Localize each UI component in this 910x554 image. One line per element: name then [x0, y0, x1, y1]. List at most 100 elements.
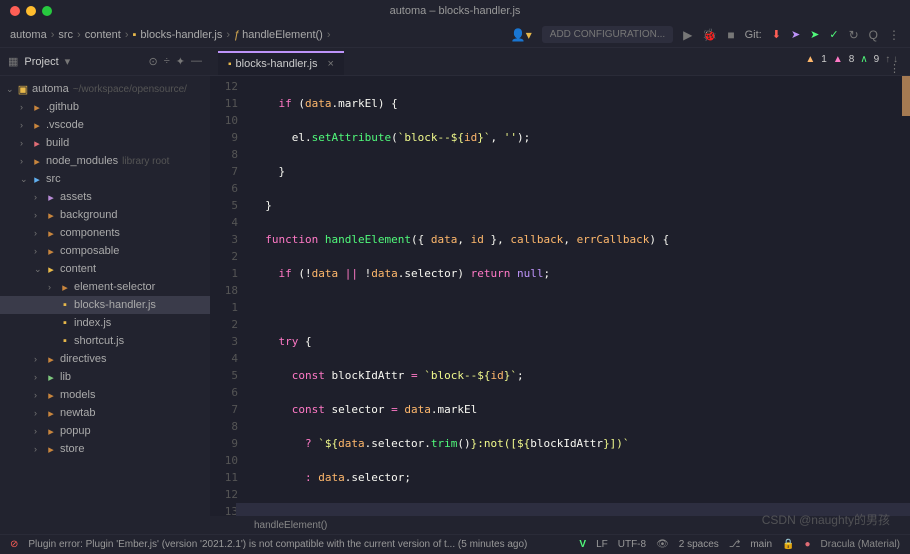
tree-arrow-icon[interactable]: › [20, 102, 30, 112]
file-tree[interactable]: ⌄ ▣ automa ~/workspace/opensource/ ›▸.gi… [0, 76, 210, 534]
plugin-error-text[interactable]: Plugin error: Plugin 'Ember.js' (version… [28, 539, 527, 550]
line-number[interactable]: 5 [210, 197, 238, 214]
tree-item[interactable]: ›▸components [0, 224, 210, 242]
branch-name[interactable]: main [750, 539, 772, 550]
project-label[interactable]: Project [24, 56, 58, 68]
line-number[interactable]: 9 [210, 435, 238, 452]
git-branch-icon[interactable]: ⎇ [729, 539, 741, 550]
git-commit-icon[interactable]: ✓ [829, 28, 838, 41]
git-fetch-icon[interactable]: ➤ [810, 28, 819, 41]
tree-arrow-icon[interactable]: › [20, 138, 30, 148]
editor-tab[interactable]: ▪ blocks-handler.js × [218, 51, 344, 75]
line-number[interactable]: 4 [210, 214, 238, 231]
line-number[interactable]: 9 [210, 129, 238, 146]
line-number[interactable]: 5 [210, 367, 238, 384]
tree-root[interactable]: ⌄ ▣ automa ~/workspace/opensource/ [0, 80, 210, 98]
inspection-badges[interactable]: ▲1 ▲8 ∧9 ↑ ↓ [805, 54, 898, 65]
tree-item[interactable]: ›▸element-selector [0, 278, 210, 296]
more-icon[interactable]: ⋮ [888, 28, 900, 42]
settings-icon[interactable]: ✦ [176, 55, 185, 68]
dropdown-icon[interactable]: ▾ [65, 55, 71, 68]
line-number[interactable]: 8 [210, 146, 238, 163]
encoding[interactable]: UTF-8 [618, 539, 646, 550]
crumb-src[interactable]: src [58, 29, 73, 41]
add-configuration-button[interactable]: ADD CONFIGURATION... [542, 26, 673, 43]
line-number[interactable]: 8 [210, 418, 238, 435]
tree-arrow-icon[interactable]: › [34, 390, 44, 400]
tree-arrow-icon[interactable]: › [34, 192, 44, 202]
line-number[interactable]: 10 [210, 112, 238, 129]
expand-icon[interactable]: ÷ [164, 55, 170, 68]
line-separator[interactable]: LF [596, 539, 608, 550]
hide-icon[interactable]: — [191, 55, 202, 68]
line-number[interactable]: 2 [210, 248, 238, 265]
line-number[interactable]: 13 [210, 503, 238, 516]
tree-item[interactable]: ›▸assets [0, 188, 210, 206]
line-number[interactable]: 4 [210, 350, 238, 367]
tree-item[interactable]: ›▸node_moduleslibrary root [0, 152, 210, 170]
line-number[interactable]: 6 [210, 384, 238, 401]
minimize-window-icon[interactable] [26, 6, 36, 16]
run-icon[interactable]: ▶ [683, 28, 692, 42]
code-editor[interactable]: 121110987654321181234567891011121314 if … [210, 76, 910, 516]
tree-item[interactable]: ›▸.vscode [0, 116, 210, 134]
line-number[interactable]: 11 [210, 469, 238, 486]
chevron-down-icon[interactable]: ⌄ [6, 84, 16, 95]
user-icon[interactable]: 👤▾ [511, 28, 532, 42]
search-icon[interactable]: Q [869, 28, 878, 42]
collapse-icon[interactable]: ⊙ [149, 55, 158, 68]
reader-mode-icon[interactable]: 👁 [656, 539, 669, 550]
line-number[interactable]: 3 [210, 333, 238, 350]
line-number[interactable]: 7 [210, 401, 238, 418]
line-number[interactable]: 12 [210, 486, 238, 503]
line-number[interactable]: 12 [210, 78, 238, 95]
tree-item[interactable]: ›▸directives [0, 350, 210, 368]
stop-icon[interactable]: ■ [727, 28, 734, 42]
vue-icon[interactable]: V [579, 539, 586, 550]
tree-item[interactable]: ⌄▸src [0, 170, 210, 188]
line-number[interactable]: 10 [210, 452, 238, 469]
tree-item[interactable]: ▪blocks-handler.js [0, 296, 210, 314]
tree-item[interactable]: ›▸composable [0, 242, 210, 260]
tree-arrow-icon[interactable]: › [20, 156, 30, 166]
tree-item[interactable]: ›▸background [0, 206, 210, 224]
lock-icon[interactable]: 🔒 [782, 539, 794, 550]
crumb-content[interactable]: content [85, 29, 121, 41]
tree-item[interactable]: ▪shortcut.js [0, 332, 210, 350]
tree-arrow-icon[interactable]: › [34, 426, 44, 436]
theme-label[interactable]: Dracula (Material) [821, 539, 900, 550]
tree-item[interactable]: ›▸newtab [0, 404, 210, 422]
history-icon[interactable]: ↻ [849, 28, 859, 42]
crumb-project[interactable]: automa [10, 29, 47, 41]
tree-arrow-icon[interactable]: › [34, 372, 44, 382]
crumb-function[interactable]: handleElement() [242, 29, 323, 41]
tree-arrow-icon[interactable]: › [20, 120, 30, 130]
line-number[interactable]: 3 [210, 231, 238, 248]
line-number[interactable]: 1 [210, 265, 238, 282]
crumb-file[interactable]: blocks-handler.js [140, 29, 222, 41]
tree-item[interactable]: ›▸.github [0, 98, 210, 116]
tree-arrow-icon[interactable]: › [34, 444, 44, 454]
tree-arrow-icon[interactable]: ⌄ [34, 264, 44, 275]
line-number[interactable]: 2 [210, 316, 238, 333]
tree-arrow-icon[interactable]: › [34, 228, 44, 238]
tree-arrow-icon[interactable]: › [34, 354, 44, 364]
indent[interactable]: 2 spaces [679, 539, 719, 550]
tree-item[interactable]: ›▸build [0, 134, 210, 152]
tree-item[interactable]: ›▸models [0, 386, 210, 404]
close-tab-icon[interactable]: × [327, 58, 333, 70]
line-number[interactable]: 7 [210, 163, 238, 180]
tree-arrow-icon[interactable]: › [34, 246, 44, 256]
line-number[interactable]: 6 [210, 180, 238, 197]
error-icon[interactable]: ⊘ [10, 539, 18, 550]
memory-icon[interactable]: ● [804, 539, 810, 550]
git-push-icon[interactable]: ➤ [791, 28, 800, 41]
maximize-window-icon[interactable] [42, 6, 52, 16]
tree-arrow-icon[interactable]: › [34, 210, 44, 220]
debug-icon[interactable]: 🐞 [702, 28, 717, 42]
function-breadcrumb[interactable]: handleElement() [210, 516, 910, 534]
next-prev-icon[interactable]: ↑ ↓ [885, 54, 898, 65]
tree-arrow-icon[interactable]: › [34, 408, 44, 418]
tree-item[interactable]: ›▸popup [0, 422, 210, 440]
line-number[interactable]: 11 [210, 95, 238, 112]
